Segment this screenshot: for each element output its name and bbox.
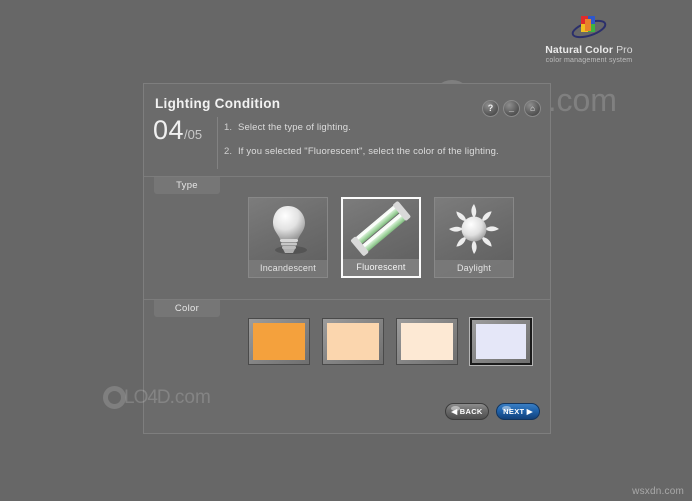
swatch-fill (253, 323, 305, 360)
swatch-pale-blue[interactable] (470, 318, 532, 365)
light-bulb-icon (249, 198, 327, 260)
brand-name-pro: Pro (613, 44, 633, 56)
brand-subtitle: color management system (545, 57, 633, 64)
wizard-panel: Lighting Condition 04/05 1. Select the t… (143, 83, 551, 434)
type-option-label: Fluorescent (343, 259, 419, 276)
page-title: Lighting Condition (155, 96, 281, 111)
watermark-suffix: .com (547, 81, 617, 118)
header-divider (217, 117, 218, 169)
brand-name: Natural Color Pro (524, 44, 654, 56)
type-option-list: Incandescent Fluorescent Daylight (248, 197, 514, 278)
swatch-peach[interactable] (322, 318, 384, 365)
fluorescent-tube-icon (343, 199, 419, 259)
brand-name-bold: Natural Color (545, 44, 614, 56)
next-button[interactable]: NEXT ▶ (496, 403, 540, 420)
instruction-number: 1. (224, 122, 233, 133)
lock-button[interactable]: ⌂ (524, 100, 541, 117)
swatch-cream[interactable] (396, 318, 458, 365)
type-group-label: Type (154, 177, 220, 194)
type-group: Type Incandescent Fluorescent Daylight (144, 177, 550, 300)
swatch-orange[interactable] (248, 318, 310, 365)
instruction-item: 2. If you selected "Fluorescent", select… (224, 145, 542, 158)
color-swatch-list (248, 318, 532, 365)
type-option-label: Daylight (435, 260, 513, 277)
back-button[interactable]: ◀ BACK (445, 403, 489, 420)
app-window: Natural Color Pro color management syste… (0, 0, 692, 501)
color-group-label: Color (154, 300, 220, 317)
instruction-item: 1. Select the type of lighting. (224, 121, 542, 134)
sun-icon (435, 198, 513, 260)
swatch-fill (476, 324, 526, 359)
type-option-label: Incandescent (249, 260, 327, 277)
swatch-fill (401, 323, 453, 360)
step-current: 04 (153, 115, 185, 145)
type-option-fluorescent[interactable]: Fluorescent (341, 197, 421, 278)
window-controls: ? _ ⌂ (482, 100, 541, 117)
brand-logo: Natural Color Pro color management syste… (524, 12, 654, 65)
corner-watermark: wsxdn.com (632, 486, 684, 497)
help-button[interactable]: ? (482, 100, 499, 117)
instruction-text: Select the type of lighting. (238, 122, 351, 133)
type-option-incandescent[interactable]: Incandescent (248, 197, 328, 278)
step-total: /05 (184, 127, 203, 142)
panel-header: Lighting Condition 04/05 1. Select the t… (144, 84, 550, 177)
instruction-number: 2. (224, 146, 233, 157)
type-option-daylight[interactable]: Daylight (434, 197, 514, 278)
swatch-fill (327, 323, 379, 360)
instruction-text: If you selected "Fluorescent", select th… (238, 146, 499, 157)
watermark-circle-icon (103, 386, 126, 409)
instruction-list: 1. Select the type of lighting. 2. If yo… (224, 121, 542, 169)
minimize-button[interactable]: _ (503, 100, 520, 117)
step-indicator: 04/05 (153, 115, 202, 146)
color-group: Color ◀ BACK NEXT ▶ (144, 300, 550, 434)
brand-mark-icon (570, 12, 608, 42)
wizard-navigation: ◀ BACK NEXT ▶ (445, 403, 540, 420)
